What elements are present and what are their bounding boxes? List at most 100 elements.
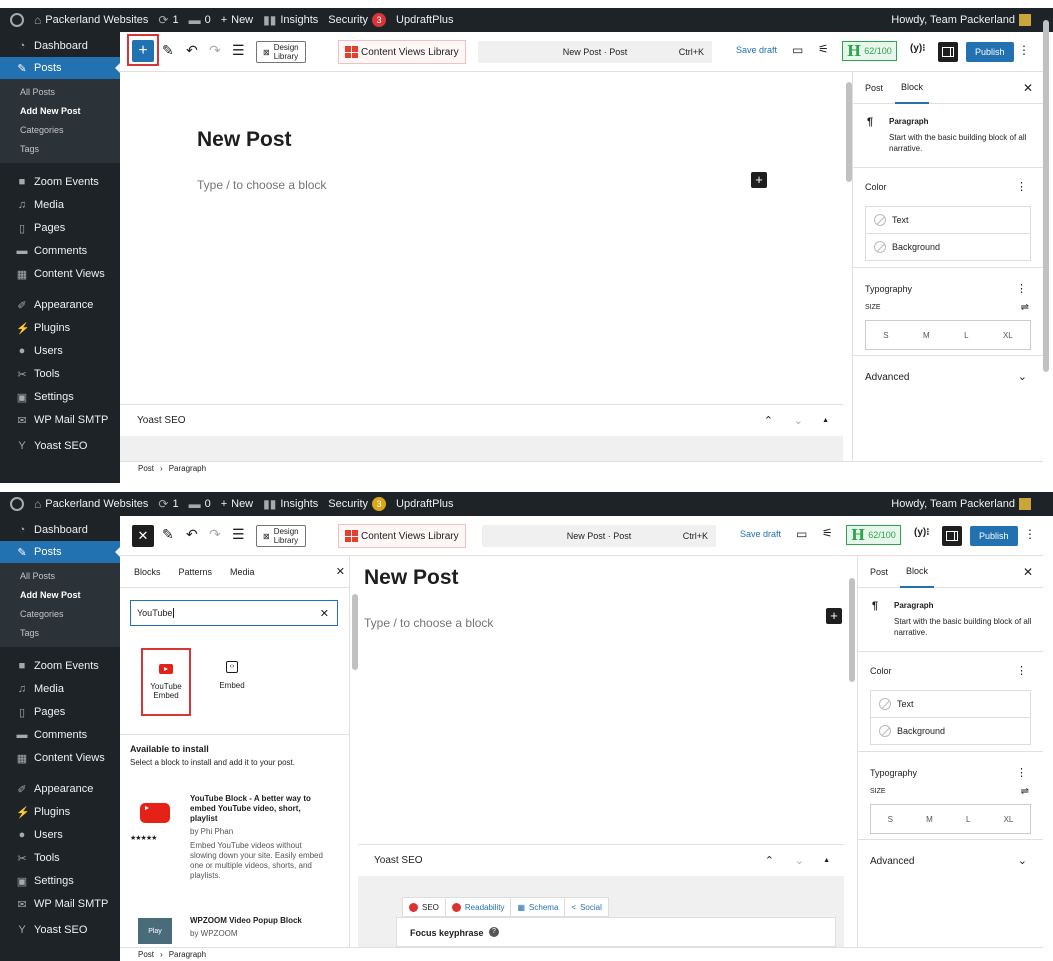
tab-blocks[interactable]: Blocks — [130, 556, 165, 588]
font-size-settings-icon[interactable]: ⇌ — [1021, 786, 1029, 797]
options-icon[interactable]: ⋮ — [1018, 43, 1030, 57]
save-draft-button[interactable]: Save draft — [740, 529, 781, 539]
site-name-link[interactable]: ⌂ Packerland Websites — [34, 497, 148, 511]
font-size-settings-icon[interactable]: ⇌ — [1021, 302, 1029, 313]
updates-link[interactable]: ⟳ 1 — [158, 497, 178, 511]
typography-options-icon[interactable]: ⋮ — [1016, 282, 1027, 295]
submenu-add-new-post[interactable]: Add New Post — [20, 590, 81, 600]
tools-pen-icon[interactable]: ✎ — [162, 42, 174, 59]
submenu-tags[interactable]: Tags — [20, 144, 39, 154]
collapse-triangle-icon[interactable]: ▲ — [822, 417, 829, 424]
save-draft-button[interactable]: Save draft — [736, 45, 777, 55]
font-size-picker[interactable]: S M L XL — [870, 804, 1031, 834]
site-name-link[interactable]: ⌂ Packerland Websites — [34, 13, 148, 27]
new-content-link[interactable]: + New — [221, 498, 253, 510]
inserter-scrollbar[interactable] — [352, 594, 358, 670]
yoast-toolbar-icon[interactable]: (y)⁝ — [914, 527, 929, 538]
close-inserter-button[interactable]: ✕ — [132, 525, 154, 547]
chevron-up-icon[interactable]: ⌃ — [765, 854, 774, 867]
sidebar-item-dashboard[interactable]: ◔ Dashboard — [0, 35, 120, 57]
add-block-icon[interactable]: + — [751, 172, 767, 188]
updraft-link[interactable]: UpdraftPlus — [396, 498, 453, 510]
youtube-embed-block[interactable]: YouTube Embed — [140, 649, 192, 715]
insights-link[interactable]: ▮▮ Insights — [263, 13, 318, 27]
sidebar-item-zoom-events[interactable]: ■ Zoom Events — [0, 171, 120, 193]
seo-score-badge[interactable]: H 62/100 — [842, 41, 897, 61]
command-palette-bar[interactable]: New Post · Post Ctrl+K — [478, 41, 712, 63]
chevron-down-icon[interactable]: ⌄ — [794, 414, 803, 427]
yoast-tab-seo[interactable]: SEO — [403, 898, 446, 916]
options-icon[interactable]: ⋮ — [1024, 527, 1036, 541]
sidebar-item-plugins[interactable]: ⚡ Plugins — [0, 317, 120, 339]
settings-sidebar-toggle[interactable] — [938, 42, 958, 62]
account-menu[interactable]: Howdy, Team Packerland — [891, 8, 1031, 32]
submenu-all-posts[interactable]: All Posts — [20, 87, 55, 97]
post-title[interactable]: New Post — [197, 128, 292, 152]
sidebar-item-posts[interactable]: ✎ Posts — [0, 541, 120, 563]
advanced-panel[interactable]: Advanced ⌄ — [853, 356, 1043, 392]
yoast-tab-schema[interactable]: ▦ Schema — [511, 898, 566, 916]
sidebar-item-users[interactable]: ● Users — [0, 824, 120, 846]
sidebar-item-settings[interactable]: ▣ Settings — [0, 870, 120, 892]
tab-post[interactable]: Post — [864, 556, 894, 588]
comments-link[interactable]: ▬ 0 — [189, 497, 211, 511]
sidebar-item-tools[interactable]: ✂ Tools — [0, 363, 120, 385]
tab-block[interactable]: Block — [895, 72, 930, 104]
block-placeholder[interactable]: Type / to choose a block — [364, 616, 493, 630]
sidebar-item-zoom-events[interactable]: ■ Zoom Events — [0, 655, 120, 677]
yoast-metabox-header[interactable]: Yoast SEO ⌃ ⌄ ▲ — [358, 844, 844, 876]
close-icon[interactable]: ✕ — [336, 565, 345, 578]
color-background-row[interactable]: Background — [865, 233, 1031, 261]
close-icon[interactable]: ✕ — [1023, 565, 1033, 579]
post-title[interactable]: New Post — [364, 566, 459, 590]
add-block-icon[interactable]: + — [826, 608, 842, 624]
sidebar-item-pages[interactable]: ▯ Pages — [0, 701, 120, 723]
collapse-triangle-icon[interactable]: ▲ — [823, 857, 830, 864]
yoast-metabox-header[interactable]: Yoast SEO ⌃ ⌄ ▲ — [120, 404, 843, 436]
sidebar-item-wp-mail-smtp[interactable]: ✉ WP Mail SMTP — [0, 409, 120, 431]
sidebar-item-wp-mail-smtp[interactable]: ✉ WP Mail SMTP — [0, 893, 120, 915]
sidebar-item-comments[interactable]: ▬ Comments — [0, 240, 120, 262]
submenu-add-new-post[interactable]: Add New Post — [20, 106, 81, 116]
redo-icon[interactable]: ↷ — [209, 42, 221, 59]
typography-options-icon[interactable]: ⋮ — [1016, 766, 1027, 779]
help-icon[interactable]: ? — [489, 927, 499, 937]
security-link[interactable]: Security 3 — [328, 497, 387, 511]
block-inserter-button[interactable]: + — [132, 40, 154, 62]
tab-media[interactable]: Media — [226, 556, 259, 588]
redo-icon[interactable]: ↷ — [209, 526, 221, 543]
chevron-down-icon[interactable]: ⌄ — [795, 854, 804, 867]
insights-link[interactable]: ▮▮ Insights — [263, 497, 318, 511]
undo-icon[interactable]: ↶ — [186, 42, 198, 59]
clear-search-icon[interactable]: ✕ — [320, 607, 329, 620]
sidebar-item-media[interactable]: ♫ Media — [0, 194, 120, 216]
document-overview-icon[interactable]: ☰ — [232, 42, 245, 59]
sidebar-item-plugins[interactable]: ⚡ Plugins — [0, 801, 120, 823]
wp-logo-icon[interactable] — [10, 13, 24, 27]
color-options-icon[interactable]: ⋮ — [1016, 180, 1027, 193]
submenu-all-posts[interactable]: All Posts — [20, 571, 55, 581]
performance-icon[interactable]: ⚟ — [818, 42, 829, 56]
publish-button[interactable]: Publish — [966, 42, 1014, 62]
new-content-link[interactable]: + New — [221, 14, 253, 26]
sidebar-item-appearance[interactable]: ✐ Appearance — [0, 778, 120, 800]
font-size-picker[interactable]: S M L XL — [865, 320, 1031, 350]
page-scrollbar[interactable] — [1043, 20, 1049, 372]
sidebar-item-content-views[interactable]: ▦ Content Views — [0, 263, 120, 285]
block-placeholder[interactable]: Type / to choose a block — [197, 178, 326, 192]
undo-icon[interactable]: ↶ — [186, 526, 198, 543]
document-overview-icon[interactable]: ☰ — [232, 526, 245, 543]
yoast-tab-social[interactable]: < Social — [565, 898, 607, 916]
content-views-library-button[interactable]: Content Views Library — [338, 40, 466, 64]
account-menu[interactable]: Howdy, Team Packerland — [891, 492, 1031, 516]
color-text-row[interactable]: Text — [865, 206, 1031, 234]
sidebar-item-yoast-seo[interactable]: Y Yoast SEO — [0, 919, 120, 941]
embed-block[interactable]: ‹› Embed — [206, 642, 258, 708]
submenu-categories[interactable]: Categories — [20, 125, 64, 135]
yoast-toolbar-icon[interactable]: (y)⁝ — [910, 43, 925, 54]
color-text-row[interactable]: Text — [870, 690, 1031, 718]
submenu-categories[interactable]: Categories — [20, 609, 64, 619]
wp-logo-icon[interactable] — [10, 497, 24, 511]
tab-post[interactable]: Post — [859, 72, 889, 104]
sidebar-item-posts[interactable]: ✎ Posts — [0, 57, 120, 79]
